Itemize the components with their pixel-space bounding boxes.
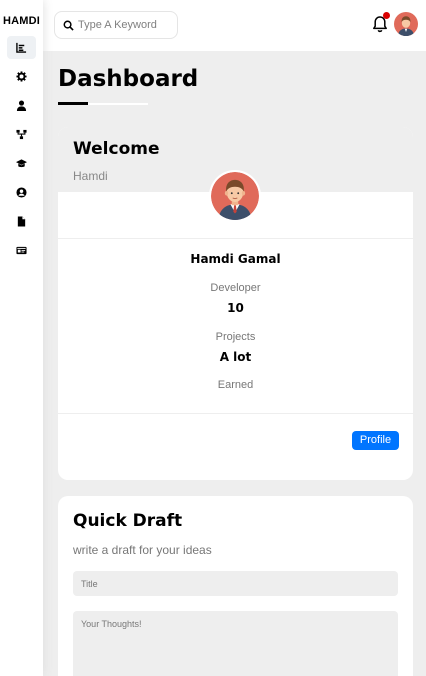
draft-thoughts-textarea[interactable] xyxy=(73,611,398,676)
user-icon xyxy=(16,100,27,111)
main-content: Dashboard Welcome Hamdi Hamdi Gamal Deve… xyxy=(43,51,426,676)
earned-value: A lot xyxy=(219,350,252,364)
projects-count: 10 xyxy=(227,301,244,315)
title-underline-accent xyxy=(58,102,88,105)
profile-role: Developer xyxy=(210,282,261,294)
search-input[interactable] xyxy=(78,19,168,31)
welcome-title: Welcome xyxy=(73,139,160,159)
notifications-button[interactable] xyxy=(372,12,390,33)
quick-draft-card: Quick Draft write a draft for your ideas xyxy=(58,496,413,676)
sidebar-nav xyxy=(0,36,43,262)
avatar[interactable] xyxy=(394,12,418,37)
divider xyxy=(58,238,413,239)
avatar-image xyxy=(394,12,418,37)
graduation-cap-icon xyxy=(16,159,27,168)
profile-button[interactable]: Profile xyxy=(352,431,399,450)
sidebar-item-projects[interactable] xyxy=(7,123,36,146)
id-card-icon xyxy=(16,246,27,255)
welcome-card: Welcome Hamdi Hamdi Gamal Developer 10 P… xyxy=(58,127,413,480)
sidebar-item-courses[interactable] xyxy=(7,152,36,175)
sidebar-item-friends[interactable] xyxy=(7,181,36,204)
chart-icon xyxy=(16,42,27,53)
gear-icon xyxy=(16,71,27,82)
projects-label: Projects xyxy=(215,331,256,343)
search-icon xyxy=(63,20,74,31)
profile-name: Hamdi Gamal xyxy=(190,252,281,266)
draft-subtitle: write a draft for your ideas xyxy=(73,543,212,557)
sidebar: HAMDI xyxy=(0,0,43,676)
search-box[interactable] xyxy=(54,11,178,39)
projects-icon xyxy=(16,129,27,140)
top-header xyxy=(43,0,426,51)
sidebar-item-files[interactable] xyxy=(7,210,36,233)
user-circle-icon xyxy=(16,187,27,198)
sidebar-item-dashboard[interactable] xyxy=(7,36,36,59)
draft-title-input[interactable] xyxy=(73,571,398,596)
sidebar-item-plans[interactable] xyxy=(7,239,36,262)
sidebar-item-settings[interactable] xyxy=(7,65,36,88)
brand-logo-text: HAMDI xyxy=(2,15,41,27)
divider xyxy=(58,413,413,414)
sidebar-item-profile[interactable] xyxy=(7,94,36,117)
earned-label: Earned xyxy=(217,379,254,391)
page-title: Dashboard xyxy=(58,66,199,92)
profile-avatar xyxy=(209,170,261,222)
draft-title: Quick Draft xyxy=(73,511,183,531)
notification-dot xyxy=(383,12,390,19)
file-icon xyxy=(17,216,26,227)
avatar-image xyxy=(211,172,259,220)
